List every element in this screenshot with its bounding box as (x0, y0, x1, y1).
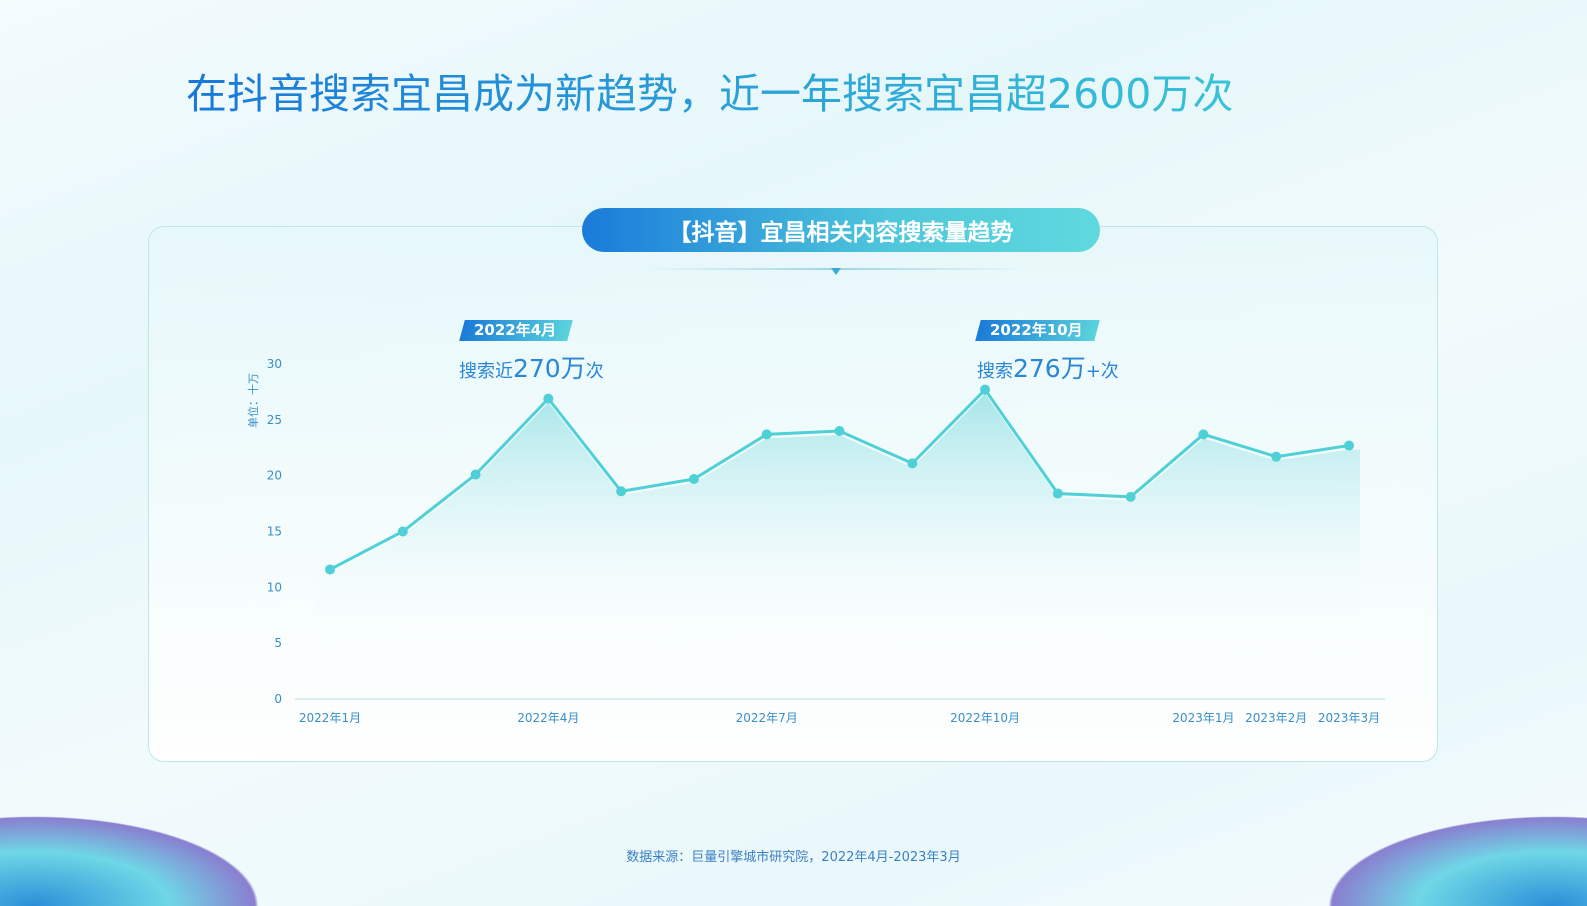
x-tick-label: 2022年1月 (299, 711, 361, 725)
x-tick-label: 2023年3月 (1318, 711, 1380, 725)
data-point-2022年4月 (543, 393, 554, 404)
data-point-2023年2月 (1271, 451, 1282, 462)
y-tick-label: 25 (267, 413, 282, 427)
data-point-2023年1月 (1198, 429, 1209, 440)
data-point-2022年12月 (1125, 491, 1136, 502)
data-point-2022年11月 (1052, 488, 1063, 499)
data-source: 数据来源：巨量引擎城市研究院，2022年4月-2023年3月 (626, 850, 961, 865)
y-tick-label: 10 (267, 580, 282, 594)
x-tick-label: 2022年7月 (736, 711, 798, 725)
data-point-2022年8月 (834, 426, 845, 436)
data-point-2022年2月 (397, 526, 408, 537)
x-tick-label: 2022年4月 (517, 711, 579, 725)
data-point-2022年1月 (325, 564, 335, 575)
data-point-2022年10月 (980, 384, 991, 395)
y-tick-label: 20 (267, 469, 282, 483)
x-tick-label: 2022年10月 (950, 711, 1020, 725)
y-tick-label: 15 (267, 525, 282, 539)
data-point-2022年7月 (761, 429, 772, 440)
x-tick-label: 2023年1月 (1172, 711, 1234, 725)
data-point-2022年9月 (907, 458, 918, 469)
y-axis-label: 单位：十万 (246, 373, 260, 428)
data-point-2022年3月 (470, 469, 481, 480)
data-point-2022年6月 (688, 474, 699, 485)
y-tick-label: 0 (274, 692, 282, 706)
data-point-2022年5月 (616, 486, 627, 497)
line-chart: 单位：十万 0 5 10 15 20 25 30 2022年1月 2022年4月 2022年7月… (246, 357, 1385, 725)
y-tick-label: 30 (267, 357, 282, 371)
x-tick-label: 2023年2月 (1245, 711, 1307, 725)
data-point-2023年3月 (1344, 440, 1354, 451)
y-tick-label: 5 (274, 636, 282, 650)
